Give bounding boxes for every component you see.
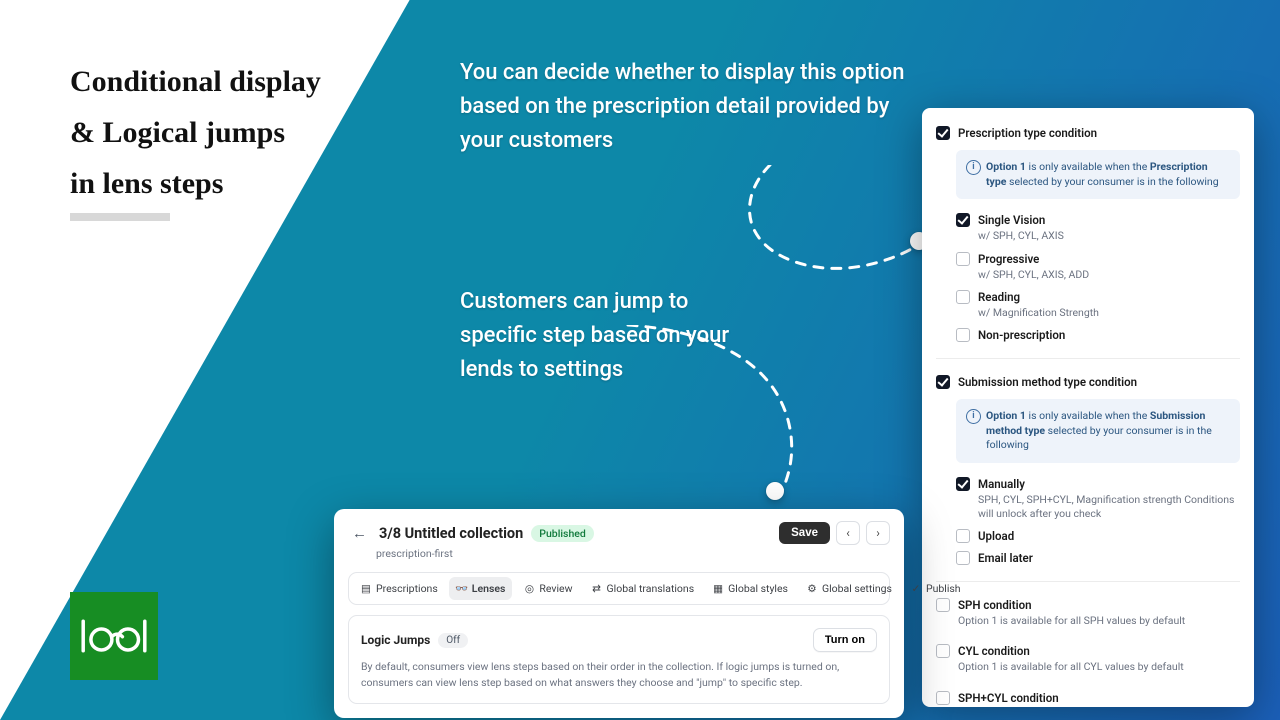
checkbox-icon [956, 213, 970, 227]
option-cyl-condition[interactable]: CYL conditionOption 1 is available for a… [936, 640, 1240, 678]
collection-slug: prescription-first [376, 547, 890, 560]
option-non-prescription[interactable]: Non-prescription [956, 324, 1240, 346]
option-progressive[interactable]: Progressivew/ SPH, CYL, AXIS, ADD [956, 248, 1240, 286]
title-underline [70, 213, 170, 221]
tab-lenses[interactable]: 👓Lenses [449, 577, 513, 600]
option-single-vision[interactable]: Single Visionw/ SPH, CYL, AXIS [956, 209, 1240, 247]
logic-jumps-description: By default, consumers view lens steps ba… [361, 659, 877, 691]
eye-icon: ◎ [523, 583, 535, 595]
turn-on-button[interactable]: Turn on [813, 628, 877, 652]
submission-method-condition-checkbox[interactable]: Submission method type condition [936, 371, 1240, 393]
tab-publish[interactable]: ✓Publish [903, 577, 968, 600]
checkbox-icon [956, 551, 970, 565]
prev-button[interactable]: ‹ [836, 521, 860, 545]
checkbox-icon [936, 126, 950, 140]
check-icon: ✓ [910, 583, 922, 595]
checkbox-icon [956, 252, 970, 266]
translate-icon: ⇄ [591, 583, 603, 595]
tab-global-translations[interactable]: ⇄Global translations [584, 577, 702, 600]
arrow-end-dot [766, 482, 784, 500]
gear-icon: ⚙ [806, 583, 818, 595]
logic-jumps-title: Logic Jumps [361, 633, 430, 647]
option-sph-condition[interactable]: SPH conditionOption 1 is available for a… [936, 594, 1240, 632]
logic-state-badge: Off [438, 633, 468, 648]
tab-review[interactable]: ◎Review [516, 577, 579, 600]
back-arrow-icon[interactable]: ← [348, 522, 371, 544]
glasses-icon: 👓 [456, 583, 468, 595]
status-badge: Published [531, 525, 594, 542]
info-pill: Option 1 is only available when the Subm… [956, 399, 1240, 463]
option-email-later[interactable]: Email later [956, 547, 1240, 569]
checkbox-icon [936, 598, 950, 612]
option-sph-cyl-condition[interactable]: SPH+CYL condition [936, 687, 1240, 707]
checkbox-icon [936, 644, 950, 658]
checkbox-icon [936, 691, 950, 705]
checkbox-icon [956, 290, 970, 304]
logic-jumps-card: Logic Jumps Off Turn on By default, cons… [348, 615, 890, 704]
checkbox-icon [956, 328, 970, 342]
checkbox-icon [956, 477, 970, 491]
info-pill: Option 1 is only available when the Pres… [956, 150, 1240, 199]
prescription-type-condition-checkbox[interactable]: Prescription type condition [936, 122, 1240, 144]
dashed-arrow-bottom [620, 325, 820, 505]
hero-title: Conditional display & Logical jumps in l… [70, 56, 321, 209]
tab-global-settings[interactable]: ⚙Global settings [799, 577, 899, 600]
palette-icon: ▦ [712, 583, 724, 595]
next-button[interactable]: › [866, 521, 890, 545]
checkbox-icon [936, 375, 950, 389]
brand-logo [70, 592, 158, 680]
option-upload[interactable]: Upload [956, 525, 1240, 547]
tab-global-styles[interactable]: ▦Global styles [705, 577, 795, 600]
conditions-panel: Prescription type condition Option 1 is … [922, 108, 1254, 707]
option-manually[interactable]: ManuallySPH, CYL, SPH+CYL, Magnification… [956, 473, 1240, 525]
tab-prescriptions[interactable]: ▤Prescriptions [353, 577, 445, 600]
option-reading[interactable]: Readingw/ Magnification Strength [956, 286, 1240, 324]
collection-title: 3/8 Untitled collection [379, 525, 523, 542]
save-button[interactable]: Save [779, 522, 830, 544]
collection-editor-panel: ← 3/8 Untitled collection Published Save… [334, 509, 904, 718]
checkbox-icon [956, 529, 970, 543]
annotation-top: You can decide whether to display this o… [460, 56, 920, 158]
list-icon: ▤ [360, 583, 372, 595]
dashed-arrow-top [730, 165, 940, 285]
editor-tabs: ▤Prescriptions 👓Lenses ◎Review ⇄Global t… [348, 572, 890, 605]
